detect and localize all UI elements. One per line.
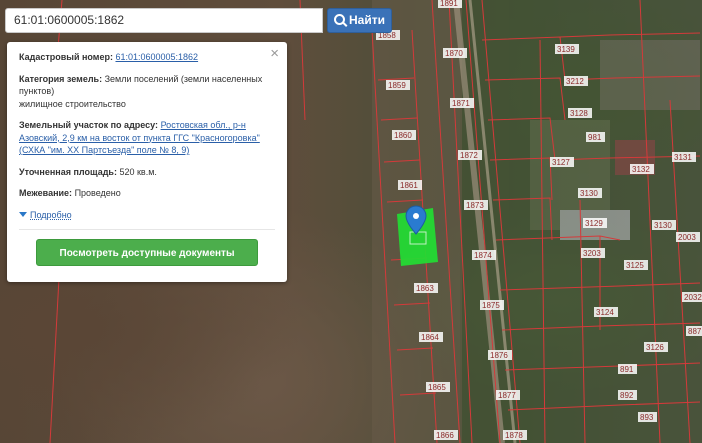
survey-value: Проведено [74,188,121,198]
plot-number-label: 2032 [684,293,702,302]
plot-number-label: 1859 [388,81,406,90]
address-label: Земельный участок по адресу: [19,120,159,130]
address-row: Земельный участок по адресу: Ростовская … [19,119,275,157]
survey-label: Межевание: [19,188,73,198]
plot-number-label: 1877 [498,391,516,400]
plot-number-label: 3130 [654,221,672,230]
category-label: Категория земель: [19,73,103,84]
close-icon[interactable]: × [270,46,279,61]
cadastral-label: Кадастровый номер: [19,52,113,62]
plot-number-label: 3139 [557,45,575,54]
plot-number-label: 1865 [428,383,446,392]
area-value: 520 кв.м. [119,166,157,177]
plot-number-label: 3203 [583,249,601,258]
cadastral-number-link[interactable]: 61:01:0600005:1862 [115,52,198,62]
info-panel: × Кадастровый номер: 61:01:0600005:1862 … [7,42,287,282]
plot-number-label: 1860 [394,131,412,140]
plot-number-label: 3126 [646,343,664,352]
view-documents-button[interactable]: Посмотреть доступные документы [36,239,258,266]
plot-number-label: 3129 [585,219,603,228]
category-use: жилищное строительство [19,98,126,109]
cadastral-row: Кадастровый номер: 61:01:0600005:1862 [19,51,275,64]
plot-number-label: 1864 [421,333,439,342]
search-icon [334,14,345,25]
search-input[interactable]: 61:01:0600005:1862 [5,8,323,33]
category-row: Категория земель: Земли поселений (земли… [19,73,275,111]
plot-number-label: 893 [640,413,654,422]
plot-number-label: 1891 [440,0,458,8]
plot-number-label: 1872 [460,151,478,160]
plot-number-label: 3125 [626,261,644,270]
plot-number-label: 3130 [580,189,598,198]
divider [19,229,275,230]
plot-number-label: 891 [620,365,634,374]
survey-row: Межевание: Проведено [19,187,275,200]
plot-number-label: 3124 [596,308,614,317]
plot-number-label: 3132 [632,165,650,174]
plot-number-label: 1871 [452,99,470,108]
plot-number-label: 3212 [566,77,584,86]
search-button[interactable]: Найти [327,8,392,33]
triangle-down-icon [19,211,27,217]
plot-number-label: 1863 [416,284,434,293]
search-button-label: Найти [349,13,385,27]
details-toggle[interactable]: Подробно [19,209,275,222]
details-label: Подробно [30,209,72,220]
plot-number-label: 1873 [466,201,484,210]
area-row: Уточненная площадь: 520 кв.м. [19,166,275,179]
plot-number-label: 3127 [552,158,570,167]
plot-number-label: 1875 [482,301,500,310]
plot-number-label: 3128 [570,109,588,118]
plot-number-label: 1870 [445,49,463,58]
plot-number-label: 1866 [436,431,454,440]
plot-number-label: 3131 [674,153,692,162]
plot-number-label: 1878 [505,431,523,440]
plot-number-label: 892 [620,391,634,400]
area-label: Уточненная площадь: [19,166,117,177]
plot-number-label: 887 [688,327,702,336]
plot-number-label: 2003 [678,233,696,242]
plot-number-label: 1876 [490,351,508,360]
plot-number-label: 1874 [474,251,492,260]
plot-number-label: 981 [588,133,602,142]
plot-number-label: 1861 [400,181,418,190]
